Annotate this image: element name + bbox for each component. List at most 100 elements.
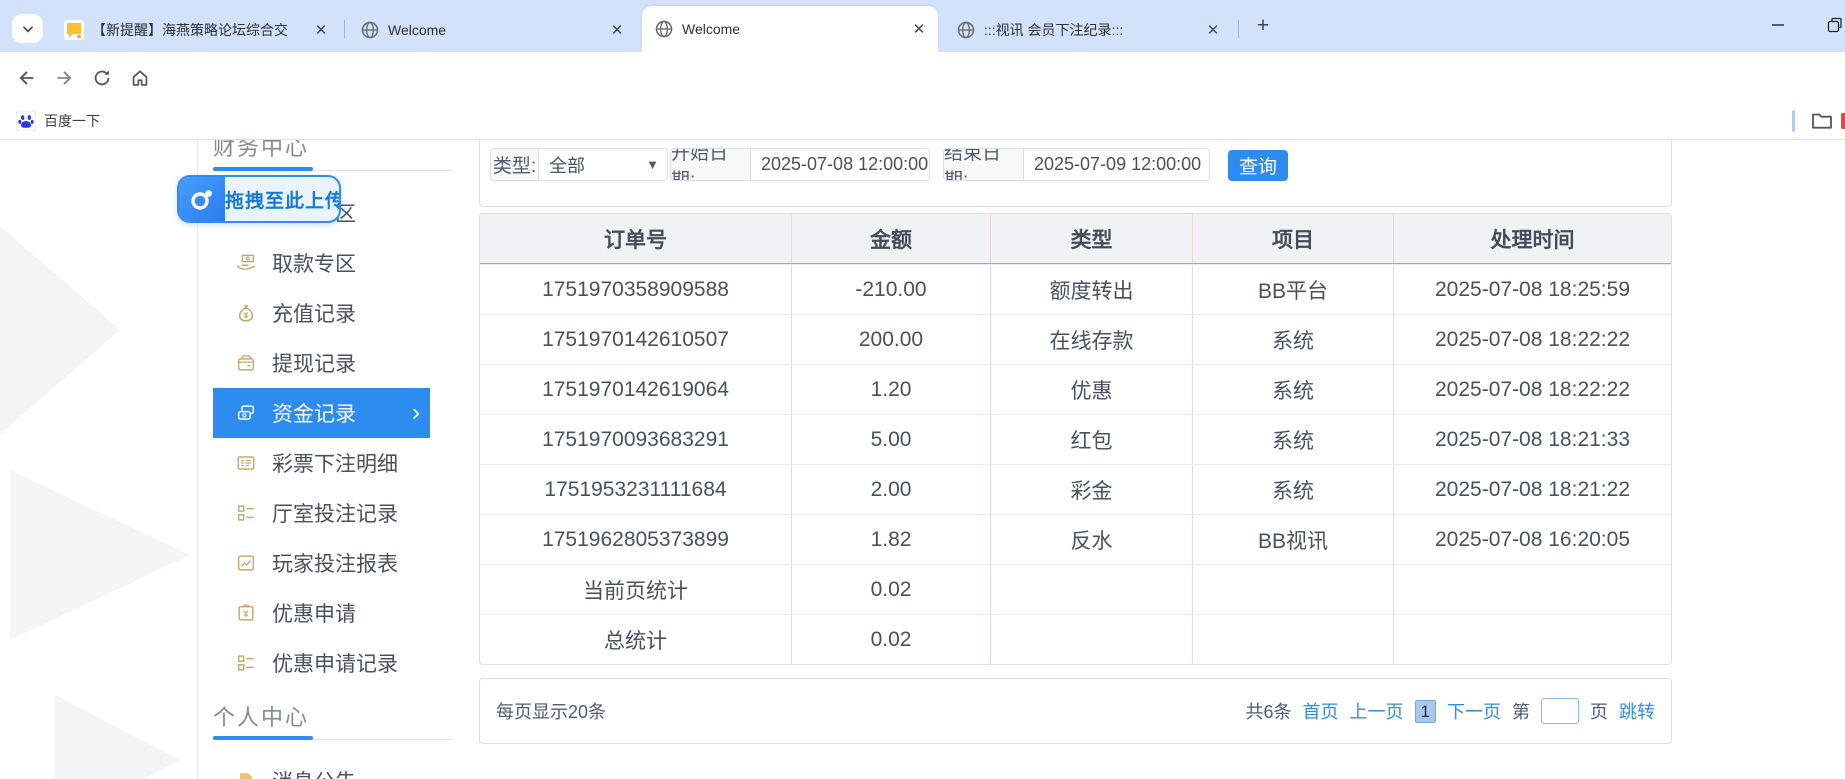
process-time: 2025-07-08 18:22:22 [1394,365,1671,414]
process-time: 2025-07-08 16:20:05 [1394,515,1671,564]
empty-cell [991,615,1193,664]
tab-forum[interactable]: 【新提醒】海燕策略论坛综合交 ✕ [52,8,340,52]
tab-video-records[interactable]: :::视讯 会员下注纪录::: ✕ [944,8,1232,52]
list-icon [235,452,257,474]
sidebar-item-recharge-records[interactable]: 充值记录 [213,288,453,338]
order-no: 1751970093683291 [480,415,792,464]
sidebar-section-finance: 财务中心 [213,140,309,162]
home-button[interactable] [127,65,153,91]
chat-note-yellow-icon [64,20,84,40]
reload-icon [91,67,113,89]
type: 优惠 [991,365,1193,414]
filter-panel: 类型: 全部 ▼ 开始日期: 2025-07-08 12:00:00 结束日期:… [479,140,1672,207]
jump-page-input[interactable] [1541,698,1579,724]
wallet-icon [235,352,257,374]
bookmarks-folder-button[interactable] [1810,109,1834,133]
query-button[interactable]: 查询 [1228,150,1288,181]
bookmark-bar: 百度一下 [0,102,1845,140]
end-date-group: 结束日期: 2025-07-09 12:00:00 [943,148,1210,181]
maximize-button[interactable] [1812,0,1845,50]
chevron-down-icon [20,21,36,37]
browser-window: 【新提醒】海燕策略论坛综合交 ✕ Welcome ✕ Welcome ✕ :::… [0,0,1845,779]
globe-icon [360,20,380,40]
sidebar-item-player-bet-report[interactable]: 玩家投注报表 [213,538,453,588]
empty-cell [1394,615,1671,664]
jump-go-link[interactable]: 跳转 [1619,698,1655,724]
tab-title: 【新提醒】海燕策略论坛综合交 [92,20,304,40]
empty-cell [991,565,1193,614]
tab-title: Welcome [388,22,600,38]
sidebar-item-promo-apply[interactable]: 优惠申请 [213,588,453,638]
minimize-button[interactable] [1755,0,1801,50]
reload-button[interactable] [89,65,115,91]
sidebar-item-withdraw-zone[interactable]: 取款专区 [213,238,453,288]
pagination-panel: 每页显示20条 共6条 首页 上一页 1 下一页 第 页 跳转 [479,678,1672,744]
watermark-triangle [55,695,180,779]
fund-records-table: 订单号 金额 类型 项目 处理时间 1751970358909588 -210.… [479,213,1672,665]
globe-icon [956,20,976,40]
sidebar-item-fund-records[interactable]: 资金记录 › [213,388,430,438]
tab-close-icon[interactable]: ✕ [608,21,626,39]
forward-button[interactable] [51,65,77,91]
watermark-triangle [10,470,190,640]
folder-icon [1810,109,1834,133]
tab-close-icon[interactable]: ✕ [910,20,928,38]
start-date-input[interactable]: 2025-07-08 12:00:00 [751,149,929,180]
sidebar-item-label: 厅室投注记录 [272,498,398,528]
first-page-link[interactable]: 首页 [1303,698,1339,724]
prev-page-link[interactable]: 上一页 [1350,698,1404,724]
project: 系统 [1193,315,1394,364]
new-tab-button[interactable]: + [1250,13,1276,39]
order-no: 1751970142619064 [480,365,792,414]
type: 额度转出 [991,265,1193,314]
tab-title: :::视讯 会员下注纪录::: [984,20,1196,40]
sidebar-item-label: 优惠申请记录 [272,648,398,678]
sidebar-item-lottery-bet-detail[interactable]: 彩票下注明细 [213,438,453,488]
order-no: 1751962805373899 [480,515,792,564]
tab-search-button[interactable] [12,14,43,43]
sidebar-item-announcements[interactable]: 消息公告 [213,756,453,779]
sidebar-item-label: 取款专区 [272,248,356,278]
empty-cell [1394,565,1671,614]
baidu-netdisk-logo [179,177,225,221]
tab-strip: 【新提醒】海燕策略论坛综合交 ✕ Welcome ✕ Welcome ✕ :::… [0,0,1845,52]
amount: 5.00 [792,415,991,464]
sidebar-item-withdraw-records[interactable]: 提现记录 [213,338,453,388]
amount: 200.00 [792,315,991,364]
tab-welcome-active[interactable]: Welcome ✕ [642,6,938,52]
tab-welcome-1[interactable]: Welcome ✕ [348,8,636,52]
bookmark-label: 百度一下 [44,111,100,131]
tab-close-icon[interactable]: ✕ [312,21,330,39]
sidebar-item-hall-bet-records[interactable]: 厅室投注记录 [213,488,453,538]
type-select[interactable]: 全部 ▼ [539,149,667,180]
start-date-value: 2025-07-08 12:00:00 [761,154,928,175]
end-date-value: 2025-07-09 12:00:00 [1034,154,1201,175]
summary-label: 总统计 [480,615,792,664]
current-page[interactable]: 1 [1415,700,1436,723]
empty-cell [1193,565,1394,614]
table-row: 1751970142610507 200.00 在线存款 系统 2025-07-… [480,314,1671,364]
bookmark-baidu[interactable]: 百度一下 [10,108,106,134]
sidebar-section-personal: 个人中心 [213,700,309,732]
end-date-input[interactable]: 2025-07-09 12:00:00 [1024,149,1209,180]
next-page-link[interactable]: 下一页 [1447,698,1501,724]
forward-icon [53,67,75,89]
sidebar-item-label: 优惠申请 [272,598,356,628]
hand-money-icon [235,252,257,274]
browser-toolbar: js13.cc/hhcp/usercenter.html?iniType=6 [0,52,1845,102]
empty-cell [1193,615,1394,664]
web-page: 财务中心 存款专区 取款专区 充值记录 提现记录 资金记录 › 彩票下注明细 [0,140,1845,779]
checklist-icon [235,652,257,674]
order-no: 1751970142610507 [480,315,792,364]
table-row: 1751970142619064 1.20 优惠 系统 2025-07-08 1… [480,364,1671,414]
back-button[interactable] [14,65,40,91]
netdisk-upload-overlay[interactable]: 拖拽至此上传 [177,175,341,223]
sidebar-item-label: 消息公告 [272,766,356,779]
sidebar-item-label: 彩票下注明细 [272,448,398,478]
summary-label: 当前页统计 [480,565,792,614]
sidebar-item-promo-apply-records[interactable]: 优惠申请记录 [213,638,453,688]
project: 系统 [1193,415,1394,464]
start-date-group: 开始日期: 2025-07-08 12:00:00 [670,148,930,181]
type: 在线存款 [991,315,1193,364]
tab-close-icon[interactable]: ✕ [1204,21,1222,39]
